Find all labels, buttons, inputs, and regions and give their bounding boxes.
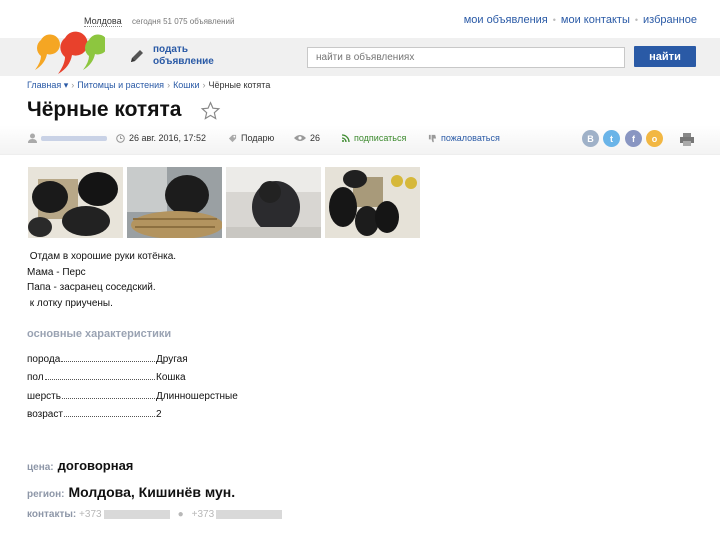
post-ad-line1: подать: [153, 44, 188, 55]
characteristic-value: 2: [156, 409, 162, 420]
vk-icon[interactable]: B: [582, 130, 599, 147]
post-ad-line2: объявление: [153, 56, 214, 67]
phone-separator: ●: [177, 509, 184, 520]
characteristics-list: порода Другая пол Кошка шерсть Длинношер…: [27, 346, 238, 421]
views-count: 26: [294, 133, 320, 143]
facebook-icon[interactable]: f: [625, 130, 642, 147]
photo-thumbnail-3[interactable]: [226, 167, 321, 238]
author-name-hidden: [41, 135, 107, 141]
characteristic-value: Кошка: [156, 372, 186, 383]
region-label: регион:: [27, 489, 65, 500]
twitter-icon[interactable]: t: [603, 130, 620, 147]
characteristic-key: возраст: [27, 409, 63, 420]
nav-my-ads[interactable]: мои объявления: [464, 14, 548, 26]
thumbs-down-icon: [428, 134, 437, 142]
photo-thumbnail-4[interactable]: [325, 167, 420, 238]
phone-number-2[interactable]: +373: [192, 509, 283, 520]
contacts-block: контакты: +373 ● +373: [27, 509, 283, 520]
clock-icon: [116, 133, 125, 143]
ad-type-text: Подарю: [241, 133, 275, 143]
post-date-text: 26 авг. 2016, 17:52: [129, 133, 207, 143]
phone-hidden: [216, 509, 283, 519]
page-title: Чёрные котята: [27, 98, 182, 121]
ad-description: Отдам в хорошие руки котёнка. Мама - Пер…: [27, 249, 176, 311]
subscribe-text: подписаться: [354, 133, 407, 143]
nav-separator: •: [634, 15, 638, 25]
price-block: цена: договорная: [27, 458, 133, 473]
breadcrumb: Главная ▾ › Питомцы и растения › Кошки › Чёрны…: [27, 80, 270, 91]
complain-link[interactable]: пожаловаться: [428, 133, 500, 143]
phone-prefix: +373: [79, 509, 102, 520]
characteristic-row: пол Кошка: [27, 365, 238, 383]
post-ad-label: подать объявление: [153, 44, 214, 68]
user-icon: [28, 133, 37, 143]
rss-icon: [342, 134, 350, 142]
breadcrumb-separator: ›: [71, 80, 75, 90]
nav-favorites[interactable]: избранное: [643, 14, 697, 26]
post-ad-button[interactable]: подать объявление: [128, 44, 214, 68]
description-line: Мама - Перс: [27, 266, 86, 278]
region-value: Молдова, Кишинёв мун.: [68, 484, 236, 500]
characteristic-key: порода: [27, 353, 61, 365]
characteristic-value: Другая: [156, 353, 188, 365]
phone-prefix: +373: [191, 509, 215, 520]
favorite-star-icon[interactable]: [200, 101, 221, 121]
eye-icon: [294, 135, 306, 141]
tag-icon: [228, 134, 237, 142]
author[interactable]: [28, 133, 107, 143]
pencil-icon: [131, 50, 143, 62]
phone-hidden: [103, 509, 170, 519]
breadcrumb-cats[interactable]: Кошки: [173, 80, 199, 90]
breadcrumb-home[interactable]: Главная ▾: [27, 80, 68, 90]
region-block: регион: Молдова, Кишинёв мун.: [27, 484, 235, 500]
breadcrumb-current: Чёрные котята: [208, 80, 271, 90]
photo-thumbnail-1[interactable]: [28, 167, 123, 238]
characteristic-row: порода Другая: [27, 346, 238, 365]
top-nav: мои объявления • мои контакты • избранное: [464, 14, 697, 26]
header-bar: подать объявление найти: [0, 31, 720, 76]
subscribe-link[interactable]: подписаться: [342, 133, 406, 143]
top-bar: Молдова сегодня 51 075 объявлений мои об…: [0, 0, 720, 38]
search-button[interactable]: найти: [634, 46, 696, 67]
nav-my-contacts[interactable]: мои контакты: [561, 14, 630, 26]
description-line: Отдам в хорошие руки котёнка.: [27, 251, 177, 262]
characteristic-key: шерсть: [27, 390, 61, 402]
site-logo[interactable]: [29, 26, 105, 76]
ad-type: Подарю: [228, 133, 274, 143]
description-line: Папа - засранец соседский.: [27, 282, 156, 293]
nav-separator: •: [552, 15, 556, 25]
search-input[interactable]: [308, 48, 624, 67]
views-count-text: 26: [310, 133, 321, 143]
breadcrumb-separator: ›: [202, 80, 206, 90]
description-line: к лотку приучены.: [27, 297, 113, 309]
odnoklassniki-icon[interactable]: o: [646, 130, 663, 147]
breadcrumb-pets[interactable]: Питомцы и растения: [77, 80, 164, 90]
price-value: договорная: [57, 458, 134, 473]
post-date: 26 авг. 2016, 17:52: [116, 133, 206, 143]
contacts-label: контакты:: [27, 509, 77, 520]
complain-text: пожаловаться: [441, 133, 500, 143]
photo-thumbnail-2[interactable]: [127, 167, 222, 238]
search-box: [307, 47, 625, 68]
characteristic-row: возраст 2: [27, 402, 238, 420]
price-label: цена:: [27, 462, 54, 473]
phone-number-1[interactable]: +373: [79, 509, 170, 520]
characteristic-key: пол: [27, 372, 44, 383]
characteristics-title: основные характеристики: [27, 328, 172, 340]
characteristic-row: шерсть Длинношерстные: [27, 383, 238, 402]
breadcrumb-separator: ›: [167, 80, 171, 90]
photo-gallery: [28, 167, 420, 238]
print-icon[interactable]: [680, 133, 694, 146]
ads-counter: сегодня 51 075 объявлений: [132, 17, 235, 26]
characteristic-value: Длинношерстные: [156, 390, 238, 402]
